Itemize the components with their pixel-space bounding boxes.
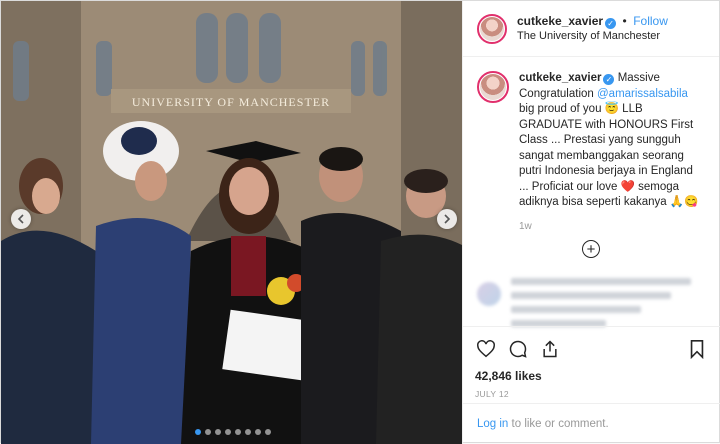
login-link[interactable]: Log in (477, 418, 508, 430)
previous-photo-button[interactable] (11, 209, 31, 229)
avatar-image (480, 16, 504, 41)
post-header: cutkeke_xavier ✓ • Follow The University … (463, 1, 719, 57)
carousel-indicator (1, 429, 462, 435)
caption: cutkeke_xavier ✓ Massive Congratulation @… (477, 71, 705, 234)
add-circle-icon[interactable]: + (582, 240, 600, 258)
share-button[interactable] (539, 338, 561, 360)
carousel-dot (214, 429, 221, 435)
next-photo-button[interactable] (437, 209, 457, 229)
action-icons (475, 337, 708, 361)
share-icon (543, 340, 557, 358)
verified-badge-icon: ✓ (605, 18, 617, 29)
carousel-dot (224, 429, 231, 435)
follow-button[interactable]: Follow (633, 14, 668, 28)
follow-separator: • (622, 14, 627, 28)
bookmark-icon (690, 340, 704, 359)
post-date: JULY 12 (475, 389, 509, 399)
caption-body: cutkeke_xavier ✓ Massive Congratulation @… (519, 71, 705, 234)
like-button[interactable] (475, 338, 497, 360)
heart-icon (477, 340, 495, 358)
caption-username[interactable]: cutkeke_xavier (519, 72, 601, 84)
login-prompt-text: to like or comment. (508, 418, 609, 430)
comment-login-prompt: Log in to like or comment. (463, 403, 720, 444)
username-link[interactable]: cutkeke_xavier (517, 14, 603, 28)
header-text: cutkeke_xavier ✓ • Follow The University … (517, 14, 668, 43)
instagram-post: UNIVERSITY OF MANCHESTER cutkeke_xavier … (0, 0, 720, 444)
carousel-dot (204, 429, 211, 435)
building-sign-text: UNIVERSITY OF MANCHESTER (132, 95, 330, 109)
graduation-photo: UNIVERSITY OF MANCHESTER (1, 1, 462, 444)
avatar-image (480, 74, 506, 100)
avatar[interactable] (477, 13, 507, 44)
chevron-left-icon (17, 214, 24, 224)
post-photo[interactable]: UNIVERSITY OF MANCHESTER (1, 1, 462, 444)
comment-icon (509, 340, 527, 358)
carousel-dot (264, 429, 271, 435)
carousel-dot (194, 429, 201, 435)
carousel-dot (234, 429, 241, 435)
comment-button[interactable] (507, 338, 529, 360)
post-sidebar: cutkeke_xavier ✓ • Follow The University … (462, 1, 720, 444)
chevron-right-icon (444, 214, 451, 224)
caption-mention-link[interactable]: @amarissalsabila (597, 88, 688, 100)
caption-avatar[interactable] (477, 71, 509, 103)
blurred-avatar (477, 282, 501, 306)
likes-count[interactable]: 42,846 likes (475, 369, 708, 383)
location-link[interactable]: The University of Manchester (517, 29, 668, 43)
post-actions: 42,846 likes JULY 12 (463, 326, 720, 399)
save-button[interactable] (686, 338, 708, 360)
load-more-comments[interactable]: + (477, 240, 705, 258)
carousel-dot (244, 429, 251, 435)
comments-section: cutkeke_xavier ✓ Massive Congratulation @… (463, 57, 719, 327)
post-time: 1w (519, 220, 532, 232)
carousel-dot (254, 429, 261, 435)
verified-badge-icon: ✓ (603, 74, 615, 85)
caption-text-end: big proud of you 😇 LLB GRADUATE with HON… (519, 103, 699, 208)
